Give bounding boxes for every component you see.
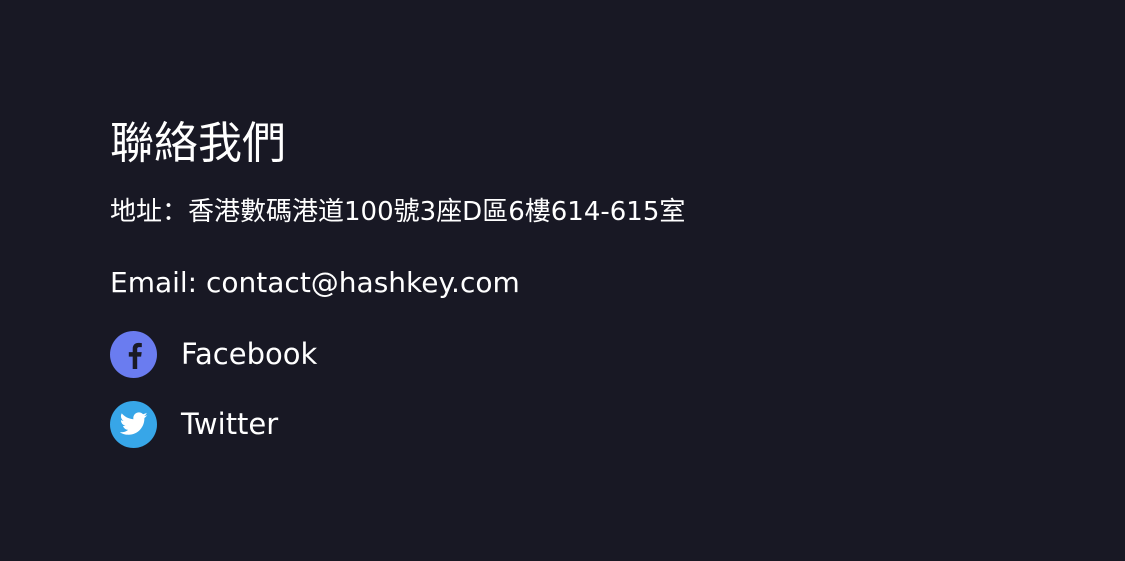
facebook-icon [110, 330, 157, 378]
facebook-link[interactable]: Facebook [110, 330, 317, 378]
twitter-label: Twitter [181, 407, 279, 441]
contact-title: 聯絡我們 [110, 118, 286, 169]
address-text: 地址：香港數碼港道100號3座D區6樓614-615室 [110, 197, 686, 227]
email-text[interactable]: Email: contact@hashkey.com [110, 264, 520, 302]
twitter-link[interactable]: Twitter [110, 400, 278, 448]
twitter-icon [110, 400, 157, 448]
facebook-label: Facebook [181, 337, 318, 371]
